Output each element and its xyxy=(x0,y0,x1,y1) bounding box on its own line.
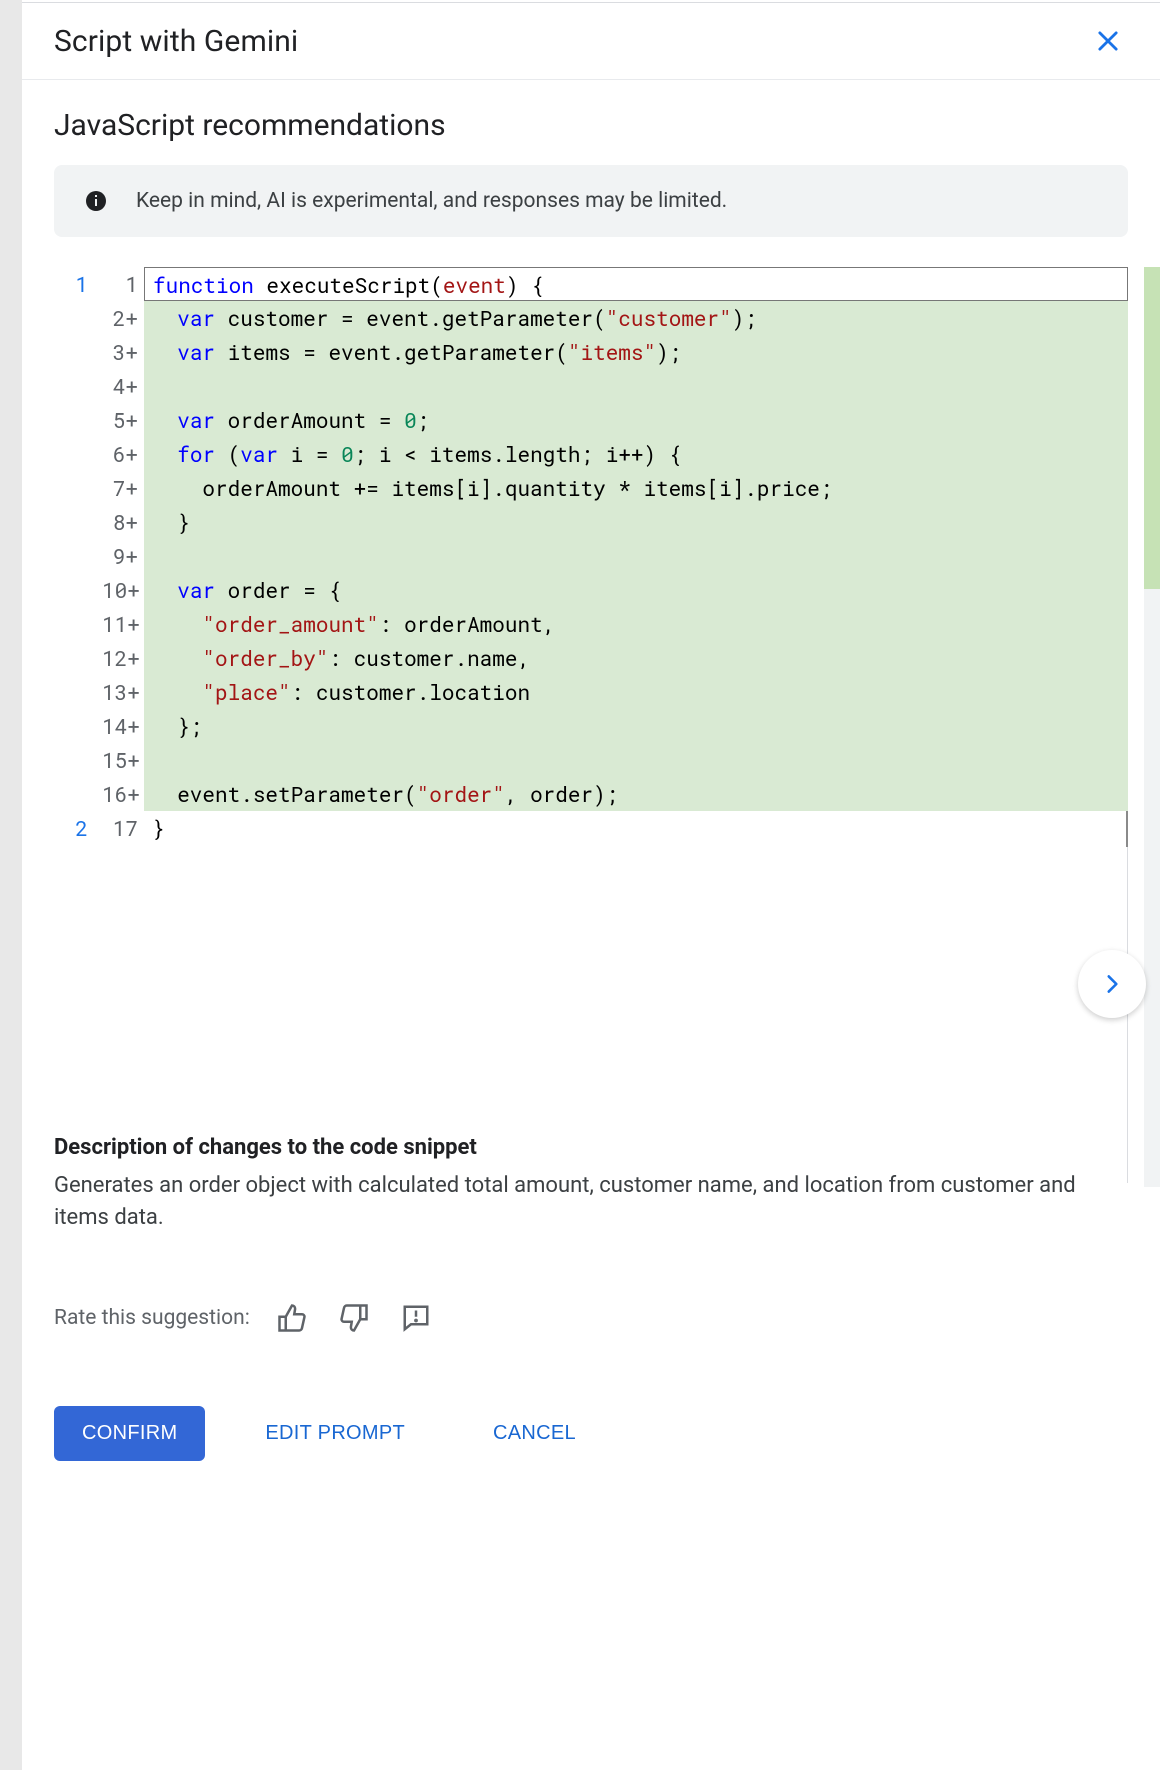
outer-line-number: 2 xyxy=(54,811,88,845)
inner-line-number: 9+ xyxy=(102,539,138,573)
section-title: JavaScript recommendations xyxy=(54,108,1128,143)
outer-line-number: 1 xyxy=(54,267,88,301)
outer-line-number xyxy=(54,301,88,335)
code-line-added: orderAmount += items[i].quantity * items… xyxy=(144,471,1128,505)
description-title: Description of changes to the code snipp… xyxy=(54,1135,1128,1160)
thumbs-down-button[interactable] xyxy=(334,1298,374,1338)
code-area[interactable]: function executeScript(event) { var cust… xyxy=(144,267,1128,845)
inner-line-number: 14+ xyxy=(102,709,138,743)
inner-line-number: 16+ xyxy=(102,777,138,811)
code-line-added xyxy=(144,539,1128,573)
outer-line-number xyxy=(54,437,88,471)
code-minimap[interactable] xyxy=(1144,267,1160,1187)
code-line-added: for (var i = 0; i < items.length; i++) { xyxy=(144,437,1128,471)
description-body: Generates an order object with calculate… xyxy=(54,1170,1128,1234)
code-right-border-light xyxy=(1127,847,1128,1183)
action-buttons: CONFIRM EDIT PROMPT CANCEL xyxy=(54,1406,1128,1461)
inner-line-number: 3+ xyxy=(102,335,138,369)
code-line-added: } xyxy=(144,505,1128,539)
inner-line-number: 1 xyxy=(102,267,138,301)
code-line-added xyxy=(144,369,1128,403)
outer-line-number xyxy=(54,539,88,573)
inner-line-number: 7+ xyxy=(102,471,138,505)
outer-line-number xyxy=(54,403,88,437)
thumbs-down-icon xyxy=(339,1303,369,1333)
rating-label: Rate this suggestion: xyxy=(54,1306,250,1330)
code-line-added xyxy=(144,743,1128,777)
code-line-added: var customer = event.getParameter("custo… xyxy=(144,301,1128,335)
outer-line-number xyxy=(54,335,88,369)
outer-line-number xyxy=(54,573,88,607)
code-line-added: var items = event.getParameter("items"); xyxy=(144,335,1128,369)
code-line-added: }; xyxy=(144,709,1128,743)
cancel-button[interactable]: CANCEL xyxy=(465,1406,604,1461)
code-line: } xyxy=(144,811,1128,845)
inner-line-number: 5+ xyxy=(102,403,138,437)
inner-line-number: 11+ xyxy=(102,607,138,641)
info-icon xyxy=(84,189,108,213)
rating-row: Rate this suggestion: xyxy=(54,1298,1128,1338)
outer-line-number xyxy=(54,369,88,403)
inner-gutter: 12+3+4+5+6+7+8+9+10+11+12+13+14+15+16+17 xyxy=(102,267,144,845)
outer-line-number xyxy=(54,471,88,505)
confirm-button[interactable]: CONFIRM xyxy=(54,1406,205,1461)
inner-line-number: 15+ xyxy=(102,743,138,777)
feedback-icon xyxy=(401,1303,431,1333)
code-line: function executeScript(event) { xyxy=(144,267,1128,301)
inner-line-number: 13+ xyxy=(102,675,138,709)
next-suggestion-button[interactable] xyxy=(1078,950,1146,1018)
outer-line-number xyxy=(54,641,88,675)
code-line-added: "order_by": customer.name, xyxy=(144,641,1128,675)
code-diff-viewer: 12 12+3+4+5+6+7+8+9+10+11+12+13+14+15+16… xyxy=(54,267,1128,845)
close-icon xyxy=(1094,27,1122,55)
inner-line-number: 8+ xyxy=(102,505,138,539)
code-minimap-thumb xyxy=(1144,267,1160,589)
code-line-added: event.setParameter("order", order); xyxy=(144,777,1128,811)
inner-line-number: 12+ xyxy=(102,641,138,675)
inner-line-number: 10+ xyxy=(102,573,138,607)
inner-line-number: 6+ xyxy=(102,437,138,471)
outer-line-number xyxy=(54,505,88,539)
feedback-button[interactable] xyxy=(396,1298,436,1338)
outer-line-number xyxy=(54,675,88,709)
inner-line-number: 17 xyxy=(102,811,138,845)
outer-line-number xyxy=(54,777,88,811)
close-button[interactable] xyxy=(1088,21,1128,61)
outer-gutter: 12 xyxy=(54,267,102,845)
notice-text: Keep in mind, AI is experimental, and re… xyxy=(136,189,727,213)
dialog-header: Script with Gemini xyxy=(22,3,1160,80)
code-line-added: "order_amount": orderAmount, xyxy=(144,607,1128,641)
thumbs-up-icon xyxy=(277,1303,307,1333)
dialog-title: Script with Gemini xyxy=(54,24,298,59)
inner-line-number: 4+ xyxy=(102,369,138,403)
inner-line-number: 2+ xyxy=(102,301,138,335)
code-line-added: var orderAmount = 0; xyxy=(144,403,1128,437)
edit-prompt-button[interactable]: EDIT PROMPT xyxy=(237,1406,433,1461)
code-line-added: "place": customer.location xyxy=(144,675,1128,709)
outer-line-number xyxy=(54,709,88,743)
dialog-content: JavaScript recommendations Keep in mind,… xyxy=(22,80,1160,1501)
notice-banner: Keep in mind, AI is experimental, and re… xyxy=(54,165,1128,237)
dialog-panel: Script with Gemini JavaScript recommenda… xyxy=(22,2,1160,1770)
code-line-added: var order = { xyxy=(144,573,1128,607)
outer-line-number xyxy=(54,607,88,641)
outer-line-number xyxy=(54,743,88,777)
thumbs-up-button[interactable] xyxy=(272,1298,312,1338)
background-edge xyxy=(0,0,22,1770)
chevron-right-icon xyxy=(1099,971,1125,997)
